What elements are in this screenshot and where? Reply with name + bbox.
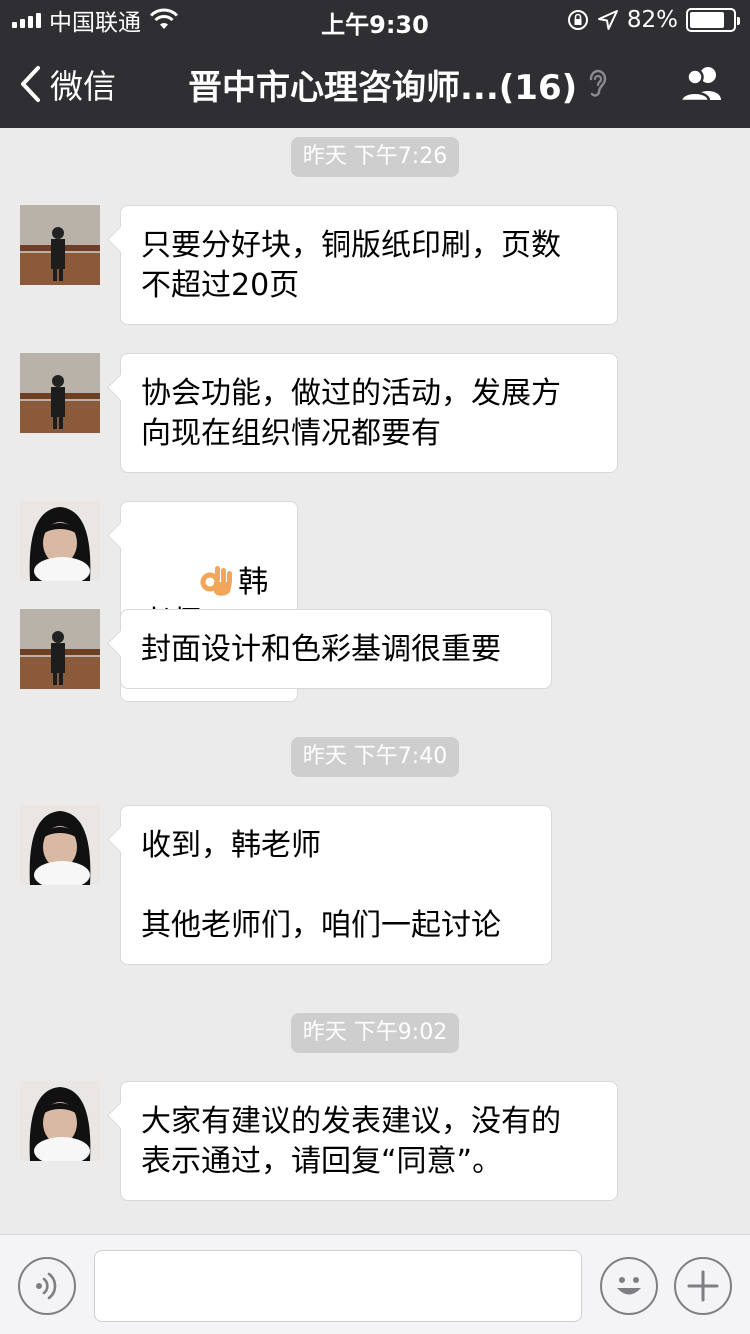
message-bubble[interactable]: 协会功能，做过的活动，发展方 向现在组织情况都要有 [120, 353, 618, 473]
message-bubble[interactable]: 只要分好块，铜版纸印刷，页数 不超过20页 [120, 205, 618, 325]
battery-percent: 82% [626, 7, 678, 33]
chevron-left-icon [21, 66, 40, 102]
man-avatar[interactable] [20, 205, 100, 285]
timestamp: 昨天 下午9:02 [0, 1013, 750, 1053]
voice-icon [36, 1272, 57, 1300]
message-text: 收到，韩老师 其他老师们，咱们一起讨论 [141, 828, 501, 943]
input-bar [0, 1234, 750, 1334]
man-avatar[interactable] [20, 353, 100, 433]
message-text: 大家有建议的发表建议，没有的 表示通过，请回复“同意”。 [141, 1104, 561, 1179]
timestamp: 昨天 下午7:40 [0, 737, 750, 777]
message-text: 封面设计和色彩基调很重要 [141, 632, 501, 667]
more-button[interactable] [674, 1257, 732, 1315]
smiley-icon [617, 1277, 641, 1295]
timestamp-label: 昨天 下午7:26 [290, 137, 460, 177]
location-icon [597, 10, 618, 30]
group-members-icon[interactable] [678, 64, 726, 104]
message-text: 协会功能，做过的活动，发展方 向现在组织情况都要有 [141, 376, 561, 451]
woman-avatar[interactable] [20, 1081, 100, 1161]
nav-bar: 微信 晋中市心理咨询师...(16) [0, 40, 750, 128]
timestamp-label: 昨天 下午7:40 [290, 737, 460, 777]
back-label: 微信 [50, 67, 116, 106]
woman-avatar[interactable] [20, 501, 100, 581]
ok-hand-emoji [200, 566, 233, 596]
timestamp-label: 昨天 下午9:02 [290, 1013, 460, 1053]
plus-icon [687, 1270, 719, 1302]
message-input[interactable] [94, 1250, 582, 1322]
battery-icon [686, 8, 740, 32]
woman-avatar[interactable] [20, 805, 100, 885]
back-button[interactable]: 微信 [18, 62, 116, 106]
timestamp: 昨天 下午7:26 [0, 137, 750, 177]
ear-icon [589, 69, 607, 97]
rotation-lock-icon [567, 10, 588, 30]
message-bubble[interactable]: 封面设计和色彩基调很重要 [120, 609, 552, 689]
voice-input-button[interactable] [18, 1257, 76, 1315]
message-bubble[interactable]: 收到，韩老师 其他老师们，咱们一起讨论 [120, 805, 552, 965]
man-avatar[interactable] [20, 609, 100, 689]
header: 中国联通 上午9:30 82% 微信 晋中市心理咨询师...(16) [0, 0, 750, 128]
message-text: 只要分好块，铜版纸印刷，页数 不超过20页 [141, 228, 561, 303]
battery-fill [690, 12, 725, 28]
emoji-button[interactable] [600, 1257, 658, 1315]
message-bubble[interactable]: 大家有建议的发表建议，没有的 表示通过，请回复“同意”。 [120, 1081, 618, 1201]
chat-title: 晋中市心理咨询师...(16) [188, 67, 578, 108]
status-bar: 中国联通 上午9:30 82% [0, 0, 750, 40]
